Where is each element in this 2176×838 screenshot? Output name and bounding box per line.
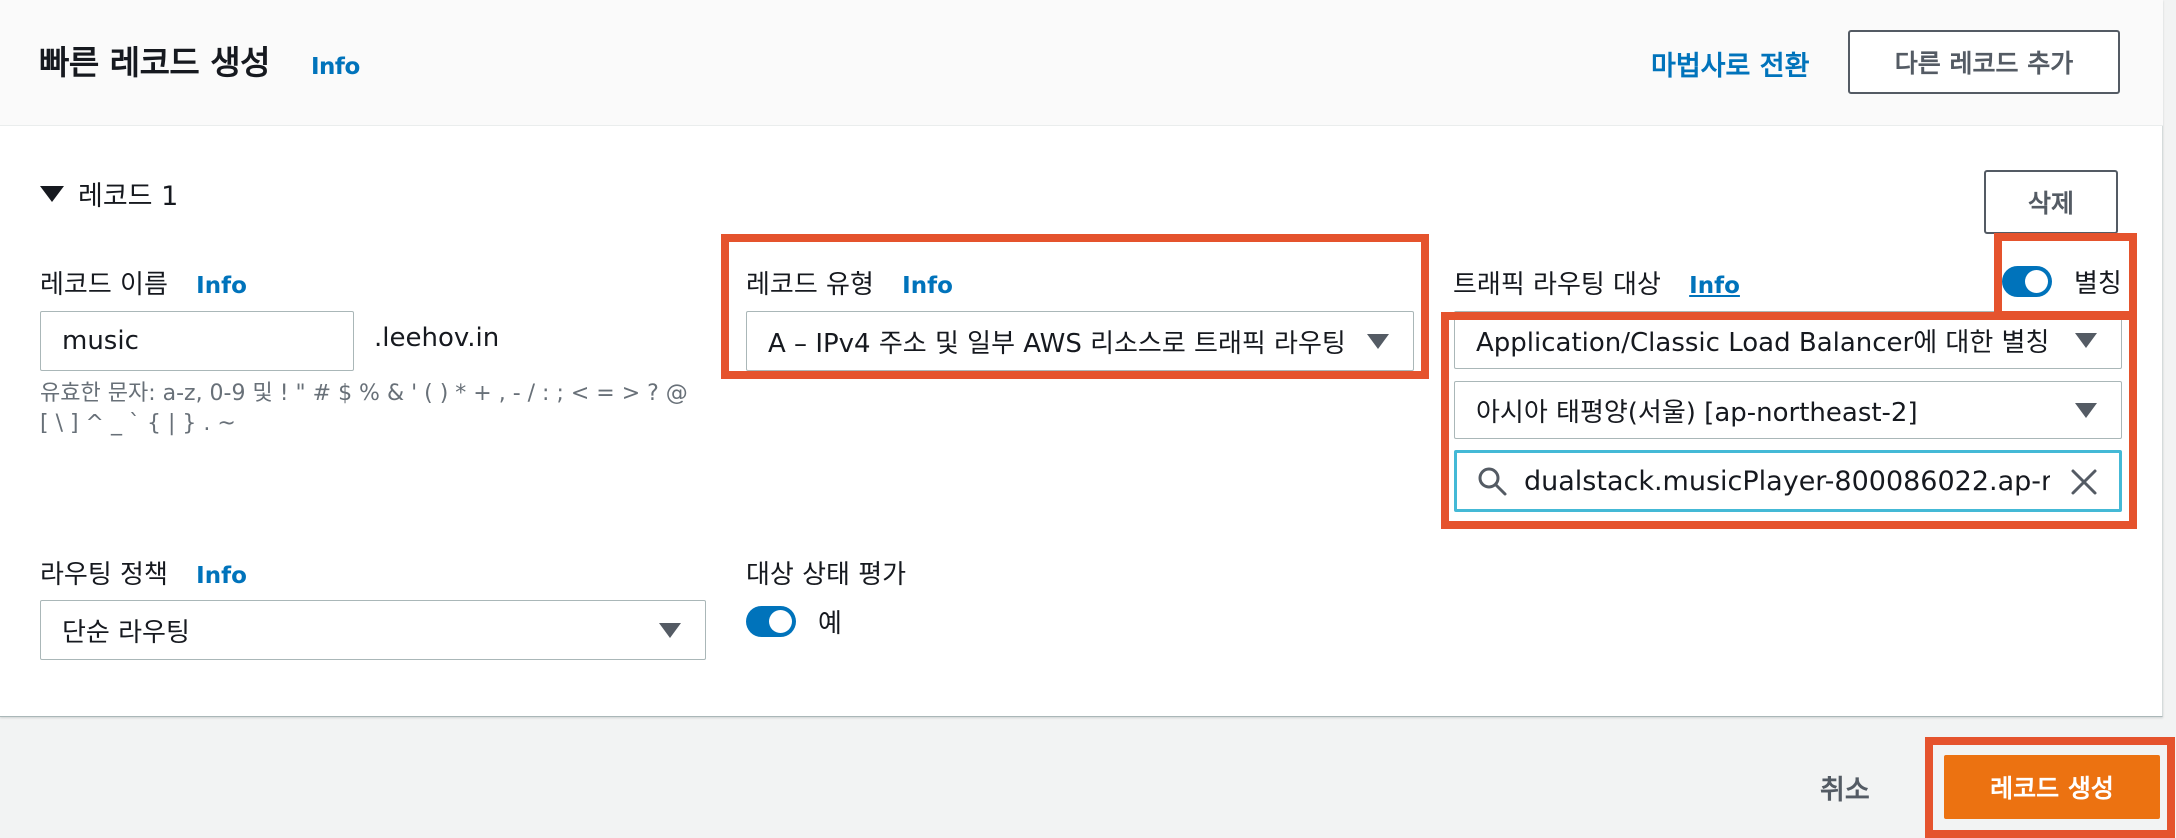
record-type-value: A – IPv4 주소 및 일부 AWS 리소스로 트래픽 라우팅	[768, 328, 1346, 359]
search-value: dualstack.musicPlayer-800086022.ap-north…	[1524, 465, 2050, 497]
routing-policy-select[interactable]: 단순 라우팅	[40, 600, 706, 660]
create-records-button[interactable]: 레코드 생성	[1944, 755, 2160, 819]
toggle-knob	[2025, 270, 2048, 293]
routing-policy-label-text: 라우팅 정책	[40, 560, 168, 590]
health-evaluation-toggle[interactable]	[746, 606, 796, 637]
toggle-knob	[769, 610, 792, 633]
record-name-info-link[interactable]: Info	[196, 273, 247, 299]
routing-policy-info-link[interactable]: Info	[196, 563, 247, 589]
region-select[interactable]: 아시아 태평양(서울) [ap-northeast-2]	[1454, 381, 2122, 439]
alias-toggle[interactable]	[2002, 266, 2052, 297]
routing-target-label-text: 트래픽 라우팅 대상	[1453, 270, 1661, 300]
add-another-record-button[interactable]: 다른 레코드 추가	[1848, 30, 2120, 94]
record-type-label-text: 레코드 유형	[746, 270, 874, 300]
endpoint-value: Application/Classic Load Balancer에 대한 별칭	[1476, 327, 2050, 358]
health-toggle-group: 예	[746, 603, 842, 640]
delete-record-button[interactable]: 삭제	[1984, 170, 2118, 234]
quick-create-panel: 빠른 레코드 생성 Info 마법사로 전환 다른 레코드 추가 레코드 1 삭…	[0, 0, 2163, 717]
alias-label: 별칭	[2074, 269, 2122, 299]
routing-policy-value: 단순 라우팅	[62, 617, 190, 648]
health-toggle-label: 예	[818, 609, 842, 639]
alias-toggle-group: 별칭	[2002, 263, 2122, 300]
record-type-label: 레코드 유형 Info	[746, 264, 953, 301]
caret-down-icon	[40, 185, 64, 202]
chevron-down-icon	[659, 623, 681, 638]
cancel-button[interactable]: 취소	[1820, 768, 1870, 807]
record-section-label: 레코드 1	[78, 181, 179, 212]
search-icon	[1478, 467, 1507, 496]
endpoint-select[interactable]: Application/Classic Load Balancer에 대한 별칭	[1454, 311, 2122, 369]
record-name-label-text: 레코드 이름	[40, 270, 168, 300]
close-icon[interactable]	[2070, 468, 2098, 496]
chevron-down-icon	[1367, 334, 1389, 349]
record-type-select[interactable]: A – IPv4 주소 및 일부 AWS 리소스로 트래픽 라우팅	[746, 311, 1414, 371]
routing-policy-label: 라우팅 정책 Info	[40, 554, 247, 591]
health-evaluation-label: 대상 상태 평가	[746, 560, 907, 590]
page-title: 빠른 레코드 생성 Info	[39, 36, 360, 84]
record-section-toggle[interactable]: 레코드 1	[40, 174, 178, 213]
chevron-down-icon	[2075, 333, 2097, 348]
region-value: 아시아 태평양(서울) [ap-northeast-2]	[1476, 397, 1918, 428]
record-type-info-link[interactable]: Info	[902, 273, 953, 299]
switch-to-wizard-link[interactable]: 마법사로 전환	[1651, 44, 1809, 83]
page-title-text: 빠른 레코드 생성	[39, 43, 271, 82]
title-info-link[interactable]: Info	[311, 54, 360, 80]
record-name-label: 레코드 이름 Info	[40, 264, 247, 301]
load-balancer-search-input[interactable]: dualstack.musicPlayer-800086022.ap-north…	[1454, 450, 2122, 512]
record-name-input[interactable]: music	[40, 311, 354, 371]
record-name-hint: 유효한 문자: a-z, 0-9 및 ! " # $ % & ' ( ) * +…	[40, 381, 688, 436]
domain-suffix: .leehov.in	[374, 323, 500, 353]
routing-target-info-link[interactable]: Info	[1689, 273, 1740, 299]
routing-target-label: 트래픽 라우팅 대상 Info	[1453, 264, 1740, 301]
chevron-down-icon	[2075, 403, 2097, 418]
